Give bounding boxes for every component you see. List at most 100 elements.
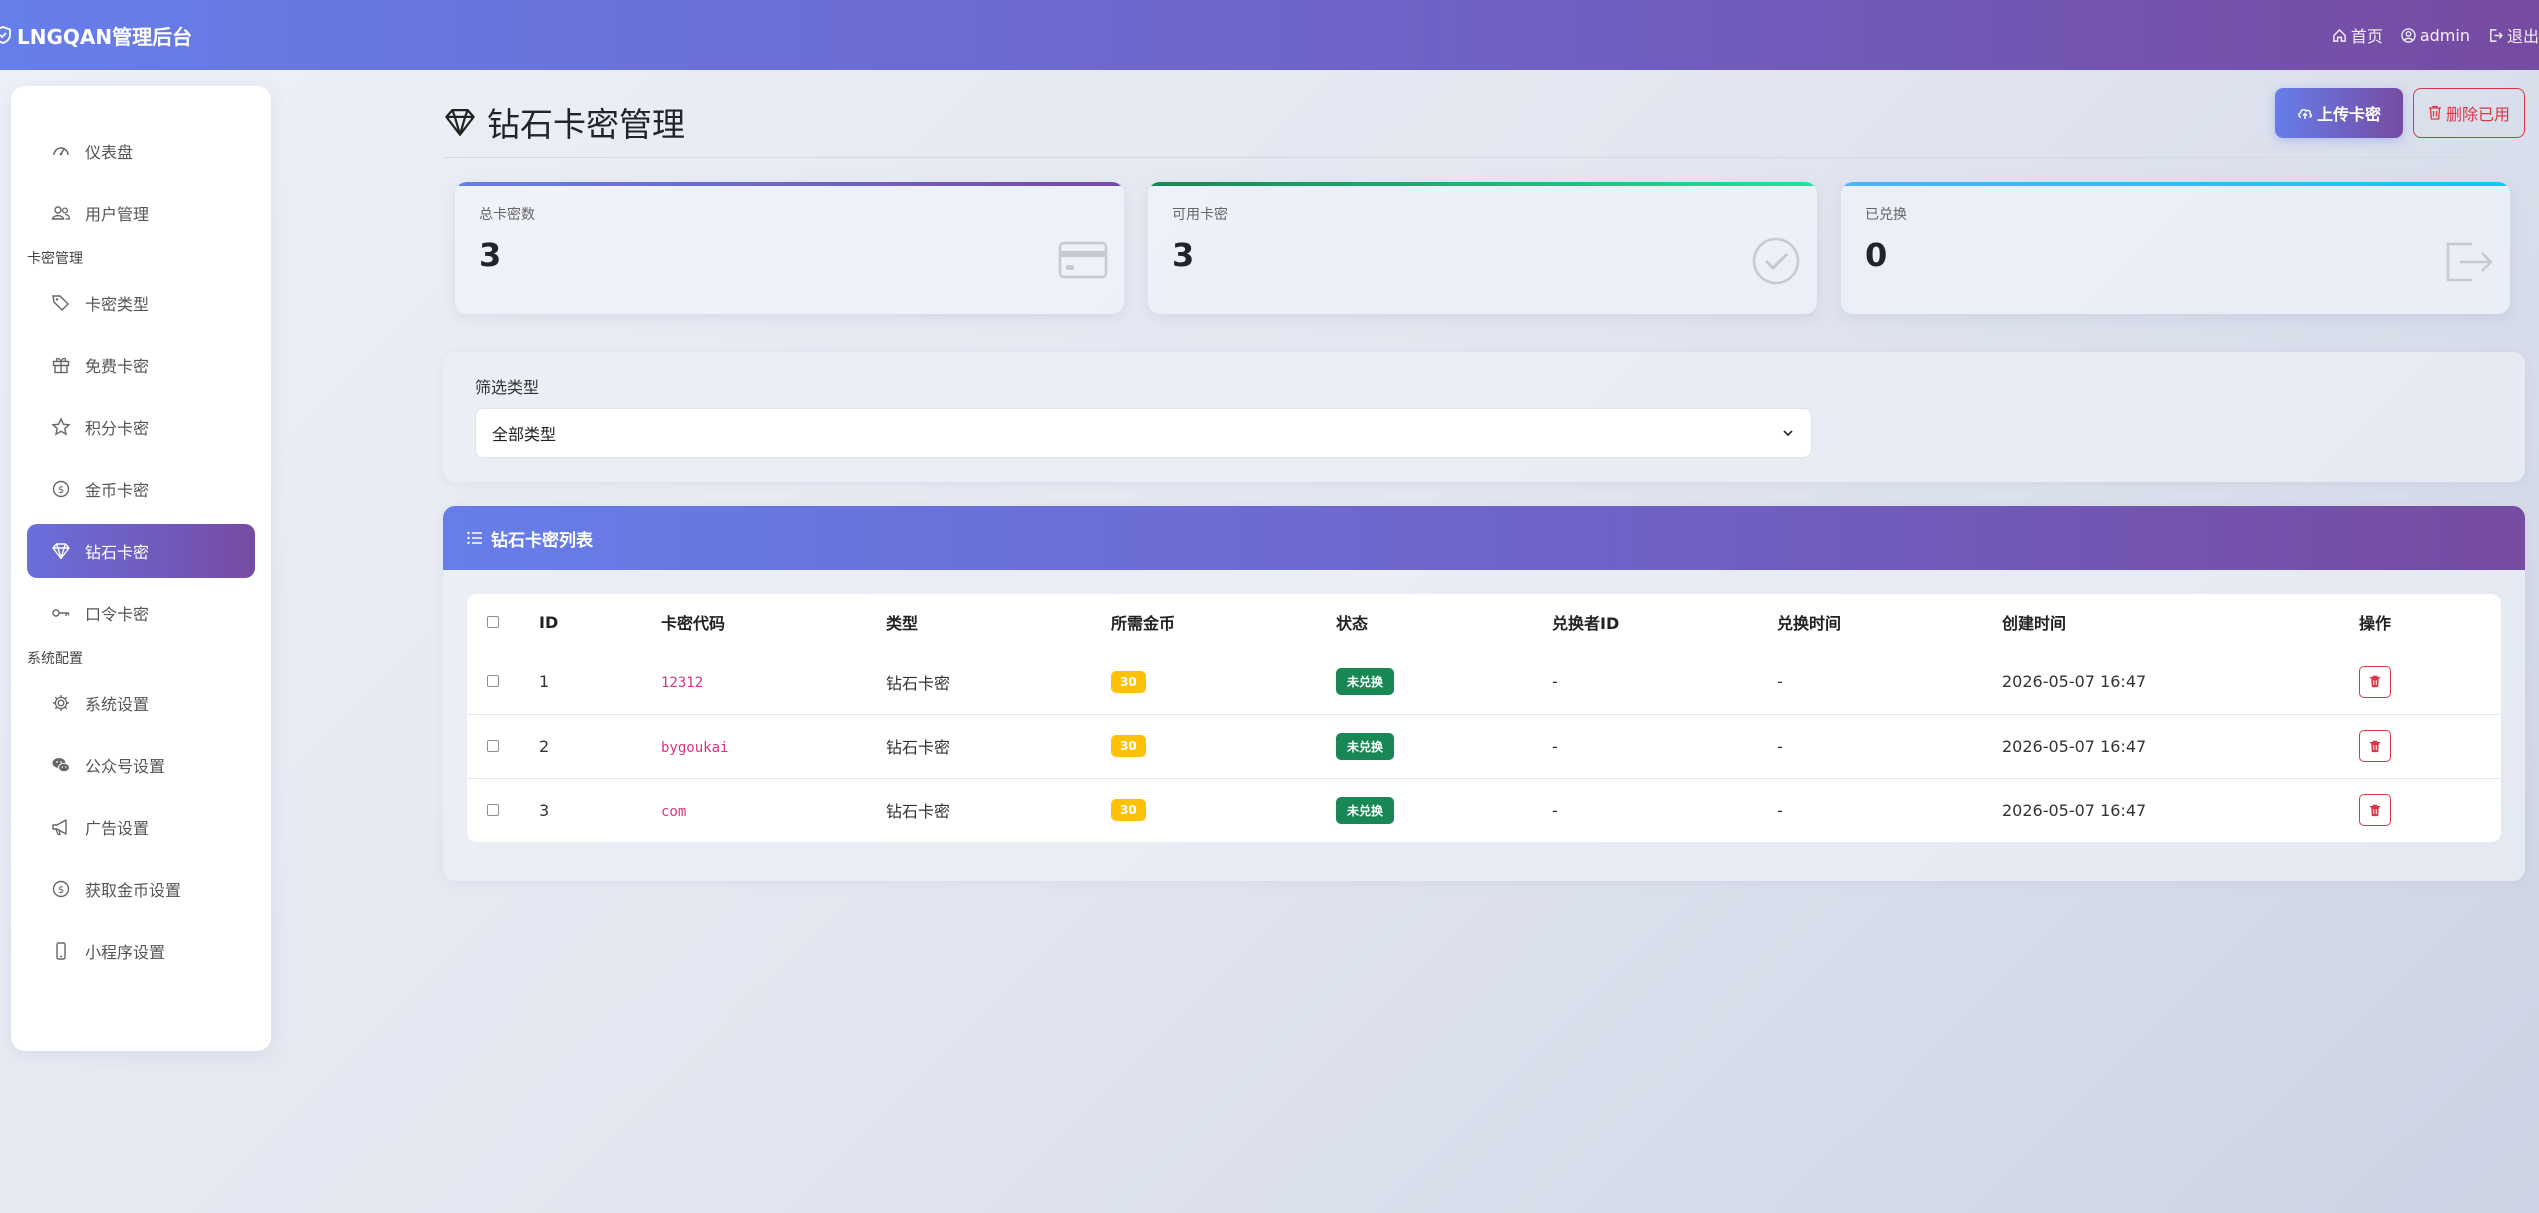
sidebar-item-card-types[interactable]: 卡密类型 [27, 276, 255, 330]
phone-icon [56, 942, 66, 960]
filter-card: 筛选类型 全部类型 [443, 352, 2525, 482]
page-header: 钻石卡密管理 上传卡密 删除已用 [443, 86, 2525, 158]
stat-accent-bar [1148, 182, 1817, 186]
cell-type: 钻石卡密 [886, 673, 951, 693]
sidebar-item-users[interactable]: 用户管理 [27, 186, 255, 240]
tags-icon [52, 295, 69, 311]
nav-logout-link[interactable]: 退出 [2488, 23, 2539, 47]
table-row: 2 bygoukai 钻石卡密 30 未兑换 - - 2026-05-07 16… [467, 713, 2501, 778]
sidebar-item-free-cards[interactable]: 免费卡密 [27, 338, 255, 392]
cell-code: com [661, 803, 687, 820]
page-title-text: 钻石卡密管理 [487, 104, 685, 144]
gem-icon [445, 108, 475, 136]
coins-badge: 30 [1111, 799, 1146, 822]
column-header: ID [539, 612, 559, 632]
sidebar-item-label: 广告设置 [85, 819, 150, 838]
gear-icon [53, 695, 69, 711]
card-list-header: 钻石卡密列表 [443, 506, 2525, 570]
sidebar-item-wechat-settings[interactable]: 公众号设置 [27, 738, 255, 792]
sidebar-item-password-cards[interactable]: 口令卡密 [27, 586, 255, 640]
table-header-row: ID 卡密代码 类型 所需金币 状态 兑换者ID 兑换时间 创建时间 操作 [467, 594, 2501, 650]
status-badge: 未兑换 [1336, 668, 1395, 696]
chevron-down-icon [1783, 430, 1793, 437]
house-icon [2333, 28, 2346, 42]
user-circle-icon [2401, 27, 2416, 43]
cell-id: 1 [539, 672, 550, 692]
trash-icon [2369, 675, 2381, 688]
nav-user-label: admin [2419, 25, 2470, 45]
cell-created: 2026-05-07 16:47 [2002, 777, 2359, 842]
star-icon [51, 417, 71, 436]
exit-icon [2446, 242, 2493, 282]
sidebar-item-label: 卡密类型 [85, 295, 150, 314]
table-row: 3 com 钻石卡密 30 未兑换 - - 2026-05-07 16:47 [467, 777, 2501, 842]
column-header: 操作 [2359, 614, 2392, 633]
sidebar-item-points-cards[interactable]: 积分卡密 [27, 400, 255, 454]
sidebar-item-label: 获取金币设置 [85, 881, 182, 900]
list-icon [467, 531, 482, 545]
column-header: 所需金币 [1111, 614, 1176, 633]
column-header: 类型 [886, 614, 919, 633]
stat-card-available: 可用卡密 3 [1148, 182, 1817, 314]
cell-redeemer: - [1552, 777, 1777, 842]
cell-redeem-time: - [1777, 672, 1783, 692]
row-checkbox[interactable] [487, 739, 499, 752]
coin-icon: $ [52, 880, 70, 898]
sidebar-item-label: 公众号设置 [85, 757, 166, 776]
sidebar-item-label: 小程序设置 [85, 943, 166, 962]
status-badge: 未兑换 [1336, 796, 1395, 824]
cell-type: 钻石卡密 [886, 777, 1111, 842]
column-header: 兑换者ID [1552, 614, 1620, 633]
cell-id: 2 [539, 713, 661, 778]
column-header: 卡密代码 [661, 614, 726, 633]
nav-user-link[interactable]: admin [2401, 26, 2470, 45]
brand[interactable]: LNGQAN管理后台 [0, 21, 192, 50]
cell-redeem-time: - [1777, 777, 2002, 842]
type-filter-select[interactable]: 全部类型 [475, 408, 1812, 458]
shield-icon [0, 26, 11, 44]
cell-redeemer: - [1552, 672, 1558, 692]
sidebar-item-label: 免费卡密 [85, 357, 150, 376]
row-delete-button[interactable] [2359, 794, 2391, 827]
nav-logout-label: 退出 [2506, 27, 2539, 46]
select-all-checkbox[interactable] [487, 615, 499, 628]
svg-text:$: $ [58, 885, 64, 896]
sidebar-item-miniprogram-settings[interactable]: 小程序设置 [27, 924, 255, 978]
sidebar-item-label: 系统设置 [85, 695, 150, 714]
status-badge: 未兑换 [1336, 732, 1395, 760]
stat-value: 0 [1865, 236, 1888, 274]
sidebar-item-diamond-cards[interactable]: 钻石卡密 [27, 524, 255, 578]
row-checkbox[interactable] [487, 803, 499, 816]
stat-accent-bar [455, 182, 1124, 186]
row-delete-button[interactable] [2359, 730, 2391, 762]
sidebar-section-card: 卡密管理 [27, 251, 83, 267]
speedometer-icon [53, 147, 69, 156]
type-filter-value: 全部类型 [492, 425, 557, 444]
cell-code: 12312 [661, 675, 704, 692]
upload-card-button[interactable]: 上传卡密 [2274, 87, 2403, 138]
sidebar-item-label: 积分卡密 [85, 419, 150, 438]
cell-created: 2026-05-07 16:47 [2002, 713, 2359, 778]
check-circle-icon [1752, 237, 1800, 285]
gift-icon [52, 357, 70, 374]
wechat-icon [52, 758, 70, 773]
sidebar-item-coin-settings[interactable]: $ 获取金币设置 [27, 862, 255, 916]
cell-created: 2026-05-07 16:47 [2002, 672, 2147, 692]
nav-home-link[interactable]: 首页 [2332, 23, 2383, 47]
main-content: 钻石卡密管理 上传卡密 删除已用 总卡密数 3 可用卡密 3 已兑换 0 筛选类… [443, 86, 2525, 881]
sidebar-item-system-settings[interactable]: 系统设置 [27, 676, 255, 730]
sidebar-item-ad-settings[interactable]: 广告设置 [27, 800, 255, 854]
column-header: 状态 [1336, 614, 1369, 633]
row-delete-button[interactable] [2359, 665, 2391, 698]
trash-icon [2428, 105, 2441, 120]
sidebar-item-label: 口令卡密 [85, 605, 150, 624]
header-actions: 上传卡密 删除已用 [2274, 87, 2525, 138]
sidebar-item-gold-cards[interactable]: $ 金币卡密 [27, 462, 255, 516]
row-checkbox[interactable] [487, 675, 499, 688]
coin-icon: $ [52, 480, 70, 498]
sidebar-item-dashboard[interactable]: 仪表盘 [27, 124, 255, 178]
trash-icon [2369, 804, 2381, 816]
stat-label: 可用卡密 [1172, 207, 1228, 223]
delete-used-button[interactable]: 删除已用 [2412, 87, 2525, 138]
page-title: 钻石卡密管理 [443, 98, 685, 146]
